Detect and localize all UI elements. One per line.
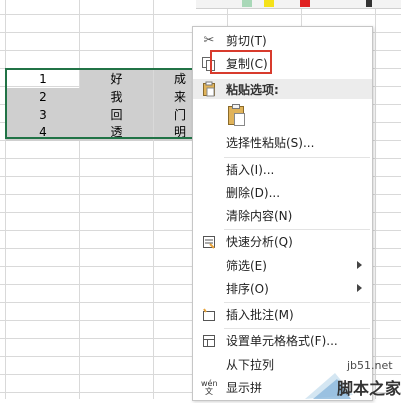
menu-item-label: 显示拼 <box>226 381 263 395</box>
pinyin-icon: wén 文 <box>201 379 218 396</box>
color-swatch-red[interactable] <box>300 0 310 7</box>
menu-item-label: 筛选(E) <box>226 259 267 273</box>
menu-item-filter[interactable]: 筛选(E) <box>193 254 372 278</box>
color-swatch-yellow[interactable] <box>264 0 274 7</box>
quick-analysis-icon <box>201 234 217 250</box>
menu-item-delete[interactable]: 删除(D)... <box>193 181 372 205</box>
menu-item-sort[interactable]: 排序(O) <box>193 277 372 301</box>
menu-item-label: 剪切(T) <box>226 34 267 48</box>
paste-options-header: 粘贴选项: <box>193 79 372 99</box>
color-swatch-dark[interactable] <box>366 0 372 7</box>
format-cells-icon <box>201 333 217 349</box>
menu-item-label: 清除内容(N) <box>226 209 293 223</box>
context-menu: ✂ 剪切(T) 复制(C) 粘贴选项: 选择性粘贴(S)... 插入(I)...… <box>192 26 373 401</box>
menu-item-label: 插入批注(M) <box>226 308 294 322</box>
selection-range-border <box>5 68 207 139</box>
watermark: jb51.net 脚本之家 <box>305 355 401 399</box>
menu-item-clear-contents[interactable]: 清除内容(N) <box>193 204 372 228</box>
menu-item-label: 快速分析(Q) <box>226 235 293 249</box>
menu-item-insert[interactable]: 插入(I)... <box>193 158 372 182</box>
menu-item-label: 插入(I)... <box>226 163 275 177</box>
watermark-site-name: 脚本之家 <box>337 379 401 398</box>
comment-icon <box>201 307 217 323</box>
menu-item-format-cells[interactable]: 设置单元格格式(F)... <box>193 329 372 353</box>
menu-item-label: 设置单元格格式(F)... <box>226 334 338 348</box>
submenu-arrow-icon <box>357 261 362 269</box>
ribbon-strip <box>196 0 401 9</box>
watermark-domain: jb51.net <box>347 359 393 372</box>
menu-item-quick-analysis[interactable]: 快速分析(Q) <box>193 230 372 254</box>
submenu-arrow-icon <box>357 284 362 292</box>
menu-item-paste-special[interactable]: 选择性粘贴(S)... <box>193 131 372 155</box>
paste-options-label: 粘贴选项: <box>226 83 279 97</box>
scissors-icon: ✂ <box>203 33 215 48</box>
menu-item-label: 选择性粘贴(S)... <box>226 136 315 150</box>
paste-button[interactable] <box>226 103 248 129</box>
copy-highlight-box <box>210 50 272 74</box>
clipboard-icon <box>201 81 217 101</box>
menu-item-insert-comment[interactable]: 插入批注(M) <box>193 303 372 327</box>
menu-item-label: 排序(O) <box>226 282 269 296</box>
color-swatch-green[interactable] <box>242 0 252 7</box>
menu-item-label: 从下拉列 <box>226 358 275 372</box>
menu-item-label: 删除(D)... <box>226 186 281 200</box>
